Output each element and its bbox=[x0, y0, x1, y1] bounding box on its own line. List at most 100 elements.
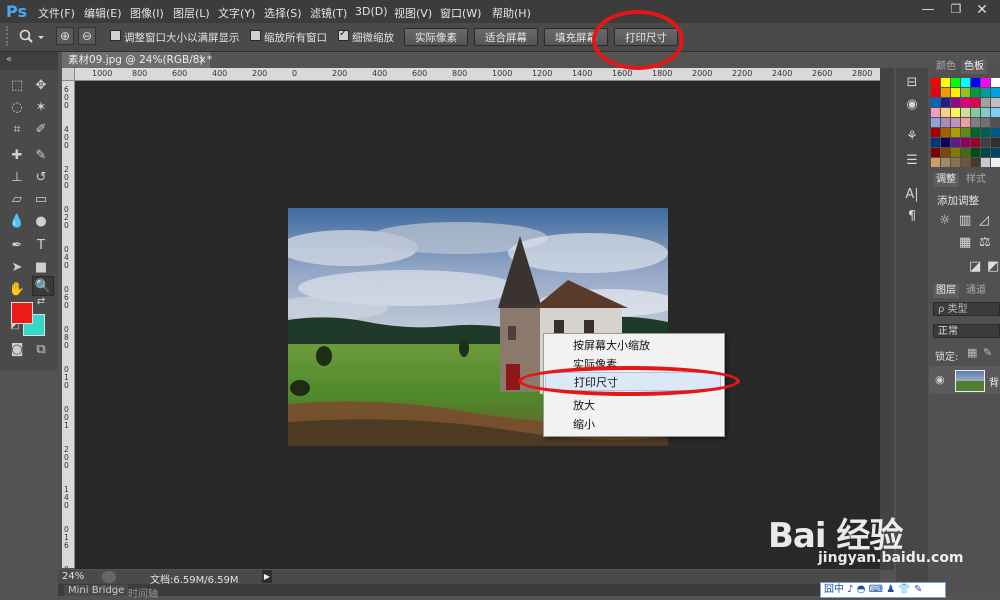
tab-channels[interactable]: 通道 bbox=[963, 284, 989, 298]
clone-stamp-icon[interactable]: ⊥ bbox=[6, 168, 28, 188]
resize-windows-checkbox[interactable] bbox=[110, 30, 121, 41]
color-swatch[interactable] bbox=[991, 78, 1000, 87]
color-swatch[interactable] bbox=[941, 98, 950, 107]
minimize-button[interactable]: — bbox=[918, 2, 938, 17]
color-swatch[interactable] bbox=[951, 118, 960, 127]
color-swatch[interactable] bbox=[951, 98, 960, 107]
swatch-grid[interactable] bbox=[929, 76, 1000, 170]
color-swatch[interactable] bbox=[981, 88, 990, 97]
color-swatch[interactable] bbox=[971, 108, 980, 117]
color-swatch[interactable] bbox=[971, 98, 980, 107]
color-swatch[interactable] bbox=[991, 118, 1000, 127]
color-swatch[interactable] bbox=[961, 98, 970, 107]
tab-adjustments[interactable]: 调整 bbox=[933, 173, 959, 187]
history-brush-icon[interactable]: ↺ bbox=[30, 168, 52, 188]
color-swatch[interactable] bbox=[931, 98, 940, 107]
menu-type[interactable]: 文字(Y) bbox=[218, 5, 255, 21]
collapse-icon[interactable]: « bbox=[6, 54, 12, 65]
color-swatch[interactable] bbox=[961, 158, 970, 167]
color-swatch[interactable] bbox=[941, 138, 950, 147]
color-swatch[interactable] bbox=[971, 158, 980, 167]
history-icon[interactable]: ⊟ bbox=[902, 74, 922, 92]
menu-zoom-in[interactable]: 放大 bbox=[545, 396, 721, 415]
close-tab-icon[interactable]: × bbox=[198, 52, 207, 68]
color-swatch[interactable] bbox=[971, 128, 980, 137]
color-swatch[interactable] bbox=[971, 118, 980, 127]
menu-layer[interactable]: 图层(L) bbox=[173, 5, 210, 21]
color-swatch[interactable] bbox=[981, 108, 990, 117]
pen-tool-icon[interactable]: ✒ bbox=[6, 236, 28, 256]
color-swatch[interactable] bbox=[981, 118, 990, 127]
brush-tool-icon[interactable]: ✎ bbox=[30, 146, 52, 166]
lasso-tool-icon[interactable]: ◌ bbox=[6, 98, 28, 118]
brush-panel-icon[interactable]: ⚘ bbox=[902, 128, 922, 146]
color-swatch[interactable] bbox=[991, 128, 1000, 137]
move-tool-icon[interactable]: ✥ bbox=[30, 76, 52, 96]
color-swatch[interactable] bbox=[961, 128, 970, 137]
marquee-tool-icon[interactable]: ⬚ bbox=[6, 76, 28, 96]
menu-zoom-out[interactable]: 缩小 bbox=[545, 415, 721, 434]
color-swatch[interactable] bbox=[981, 148, 990, 157]
document-tab[interactable]: 素材09.jpg @ 24%(RGB/8) * × bbox=[62, 52, 212, 68]
tab-color[interactable]: 颜色 bbox=[933, 60, 959, 74]
tab-layers[interactable]: 图层 bbox=[933, 284, 959, 298]
menu-3d[interactable]: 3D(D) bbox=[355, 5, 388, 18]
healing-brush-icon[interactable]: ✚ bbox=[6, 146, 28, 166]
color-swatch[interactable] bbox=[981, 158, 990, 167]
color-swatch[interactable] bbox=[991, 148, 1000, 157]
hand-tool-icon[interactable]: ✋ bbox=[6, 280, 28, 300]
color-swatch[interactable] bbox=[981, 78, 990, 87]
color-swatch[interactable] bbox=[931, 108, 940, 117]
color-swatch[interactable] bbox=[951, 158, 960, 167]
color-swatch[interactable] bbox=[931, 128, 940, 137]
brightness-icon[interactable]: ☼ bbox=[939, 213, 951, 228]
close-window-button[interactable]: ✕ bbox=[972, 2, 992, 18]
color-swatch[interactable] bbox=[931, 148, 940, 157]
color-swatch[interactable] bbox=[971, 138, 980, 147]
swap-colors-icon[interactable]: ⇄ bbox=[30, 292, 52, 312]
lock-pixels-icon[interactable]: ▦ bbox=[967, 346, 977, 359]
actual-pixels-button[interactable]: 实际像素 bbox=[404, 28, 468, 46]
eraser-icon[interactable]: ▱ bbox=[6, 190, 28, 210]
channel-mixer-icon[interactable]: ◩ bbox=[987, 259, 999, 274]
color-swatch[interactable] bbox=[961, 148, 970, 157]
color-swatch[interactable] bbox=[931, 118, 940, 127]
gradient-tool-icon[interactable]: ▭ bbox=[30, 190, 52, 210]
blend-mode-select[interactable]: 正常 bbox=[933, 324, 1000, 338]
zoom-tool-preset-icon[interactable] bbox=[18, 29, 44, 45]
tab-timeline[interactable]: 时间轴 bbox=[128, 585, 158, 600]
menu-view[interactable]: 视图(V) bbox=[394, 5, 432, 21]
properties-icon[interactable]: ◉ bbox=[902, 96, 922, 114]
color-swatch[interactable] bbox=[931, 138, 940, 147]
levels-icon[interactable]: ▥ bbox=[959, 213, 971, 228]
color-swatch[interactable] bbox=[991, 88, 1000, 97]
scrubby-zoom-checkbox[interactable] bbox=[338, 28, 349, 41]
foreground-color-front[interactable] bbox=[11, 302, 33, 324]
zoom-in-icon[interactable]: ⊕ bbox=[56, 27, 74, 45]
color-swatch[interactable] bbox=[931, 88, 940, 97]
color-swatch[interactable] bbox=[941, 158, 950, 167]
color-swatch[interactable] bbox=[951, 108, 960, 117]
lock-brush-icon[interactable]: ✎ bbox=[983, 346, 992, 359]
layer-row-background[interactable]: ◉ 背 bbox=[929, 366, 1000, 394]
menu-filter[interactable]: 滤镜(T) bbox=[310, 5, 347, 21]
color-swatch[interactable] bbox=[991, 158, 1000, 167]
color-swatch[interactable] bbox=[991, 98, 1000, 107]
menu-select[interactable]: 选择(S) bbox=[264, 5, 302, 21]
color-swatch[interactable] bbox=[981, 128, 990, 137]
color-swatch[interactable] bbox=[951, 128, 960, 137]
balance-icon[interactable]: ⚖ bbox=[979, 235, 991, 250]
color-swatch[interactable] bbox=[951, 138, 960, 147]
shape-tool-icon[interactable]: ■ bbox=[30, 258, 52, 278]
blur-tool-icon[interactable]: 💧 bbox=[6, 212, 28, 232]
color-swatch[interactable] bbox=[941, 118, 950, 127]
color-swatch[interactable] bbox=[931, 158, 940, 167]
type-tool-icon[interactable]: T bbox=[30, 236, 52, 256]
color-swatch[interactable] bbox=[941, 128, 950, 137]
menu-help[interactable]: 帮助(H) bbox=[492, 5, 531, 21]
color-swatch[interactable] bbox=[991, 108, 1000, 117]
magic-wand-icon[interactable]: ✶ bbox=[30, 98, 52, 118]
status-menu-arrow[interactable]: ▶ bbox=[262, 570, 272, 583]
maximize-button[interactable]: ❐ bbox=[946, 2, 966, 16]
tab-mini-bridge[interactable]: Mini Bridge bbox=[64, 585, 129, 596]
